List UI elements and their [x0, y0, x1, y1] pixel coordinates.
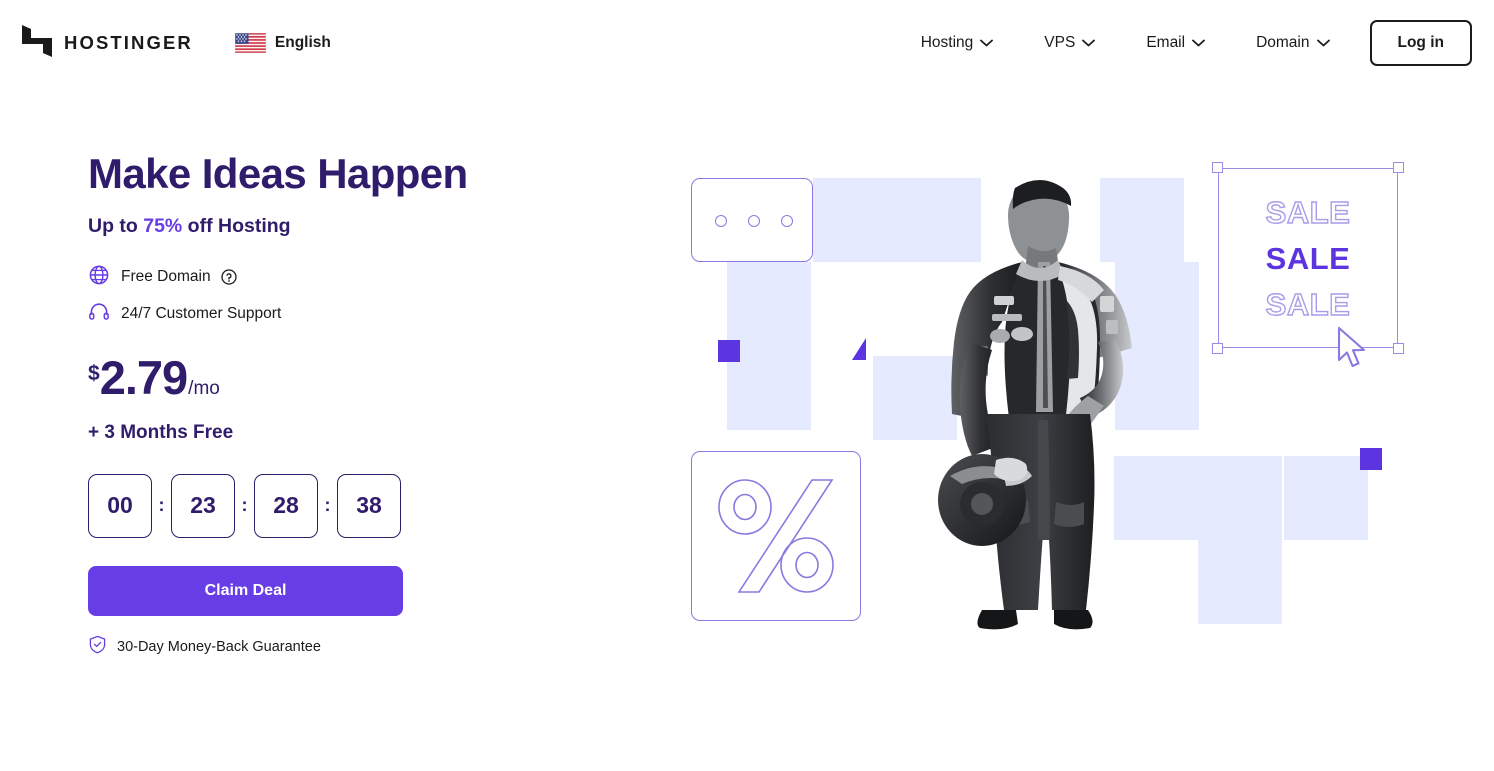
language-label: English: [274, 34, 331, 51]
site-header: HOSTINGER English Hosting VPS Email Doma…: [0, 0, 1494, 86]
us-flag-icon: [234, 33, 266, 53]
main-navigation: Hosting VPS Email Domain Log in: [917, 20, 1472, 66]
countdown-cell-seconds: 38: [337, 473, 401, 538]
selection-handle[interactable]: [1393, 343, 1404, 354]
nav-item-hosting[interactable]: Hosting: [917, 28, 998, 58]
nav-item-email[interactable]: Email: [1142, 28, 1209, 58]
countdown-timer: 00 : 23 : 28 : 38: [88, 473, 608, 538]
selection-handle[interactable]: [1393, 162, 1404, 173]
decor-square: [1198, 540, 1282, 624]
feature-list: Free Domain 24/7 Customer Support: [88, 264, 608, 328]
nav-item-domain[interactable]: Domain: [1252, 28, 1333, 58]
chevron-down-icon: [1082, 39, 1096, 47]
percent-symbol-card: [691, 451, 861, 621]
countdown-cell-minutes: 28: [254, 473, 318, 538]
page-root: HOSTINGER English Hosting VPS Email Doma…: [0, 0, 1494, 771]
accent-square: [1360, 448, 1382, 470]
sale-graphic: SALE SALE SALE: [1212, 162, 1404, 368]
subhead-suffix: off Hosting: [182, 214, 291, 237]
subhead-discount: 75%: [143, 214, 183, 237]
sale-text-line-2: SALE: [1265, 241, 1351, 276]
racing-driver-photo: [938, 180, 1132, 630]
claim-deal-button[interactable]: Claim Deal: [88, 565, 403, 616]
hero-subheading: Up to 75% off Hosting: [88, 215, 608, 238]
nav-label: Hosting: [920, 34, 974, 51]
language-selector[interactable]: English: [234, 33, 331, 53]
accent-triangle: [852, 338, 866, 360]
percent-icon: [718, 479, 834, 593]
selection-handle[interactable]: [1212, 343, 1223, 354]
hostinger-h-logo-icon: [22, 24, 52, 62]
selection-handle[interactable]: [1212, 162, 1223, 173]
countdown-separator: :: [241, 495, 248, 516]
countdown-cell-days: 00: [88, 473, 152, 538]
dots-group: [715, 215, 793, 227]
chevron-down-icon: [980, 39, 994, 47]
brand-logo[interactable]: HOSTINGER: [22, 24, 193, 62]
nav-item-vps[interactable]: VPS: [1040, 28, 1099, 58]
three-dots-card: [691, 178, 813, 262]
sale-text-line-1: SALE: [1265, 194, 1351, 230]
page-title: Make Ideas Happen: [88, 150, 468, 197]
feature-label: Free Domain: [121, 268, 211, 286]
price-display: $ 2.79 /mo: [88, 354, 608, 401]
price-amount: 2.79: [99, 350, 188, 404]
hero-content-panel: Make Ideas Happen Up to 75% off Hosting …: [88, 150, 608, 659]
dot-icon: [715, 215, 727, 227]
money-back-guarantee: 30-Day Money-Back Guarantee: [88, 635, 608, 659]
nav-label: Email: [1146, 34, 1186, 51]
mouse-cursor-icon: [1337, 326, 1366, 368]
countdown-cell-hours: 23: [171, 473, 235, 538]
countdown-separator: :: [324, 495, 331, 516]
decor-square: [813, 178, 897, 262]
countdown-separator: :: [158, 495, 165, 516]
decor-square: [727, 262, 811, 346]
shield-check-icon: [88, 635, 107, 659]
chevron-down-icon: [1316, 39, 1330, 47]
dot-icon: [748, 215, 760, 227]
price-currency: $: [88, 361, 100, 385]
question-circle-icon[interactable]: [220, 269, 237, 286]
subhead-prefix: Up to: [88, 214, 144, 237]
guarantee-label: 30-Day Money-Back Guarantee: [117, 638, 321, 655]
feature-free-domain: Free Domain: [88, 264, 608, 291]
sale-text-line-3: SALE: [1265, 286, 1351, 322]
globe-icon: [88, 264, 110, 291]
price-period: /mo: [188, 377, 220, 399]
hero-illustration: SALE SALE SALE: [680, 160, 1420, 640]
decor-square: [1198, 456, 1282, 540]
decor-square: [1284, 456, 1368, 540]
brand-wordmark: HOSTINGER: [64, 32, 193, 53]
feature-label: 24/7 Customer Support: [121, 305, 282, 323]
nav-label: Domain: [1256, 34, 1310, 51]
feature-customer-support: 24/7 Customer Support: [88, 301, 608, 328]
login-button[interactable]: Log in: [1369, 20, 1472, 66]
headset-icon: [88, 301, 110, 328]
accent-square: [718, 340, 740, 362]
bonus-months-label: + 3 Months Free: [88, 421, 234, 443]
chevron-down-icon: [1192, 39, 1205, 47]
dot-icon: [781, 215, 793, 227]
nav-label: VPS: [1044, 34, 1076, 51]
